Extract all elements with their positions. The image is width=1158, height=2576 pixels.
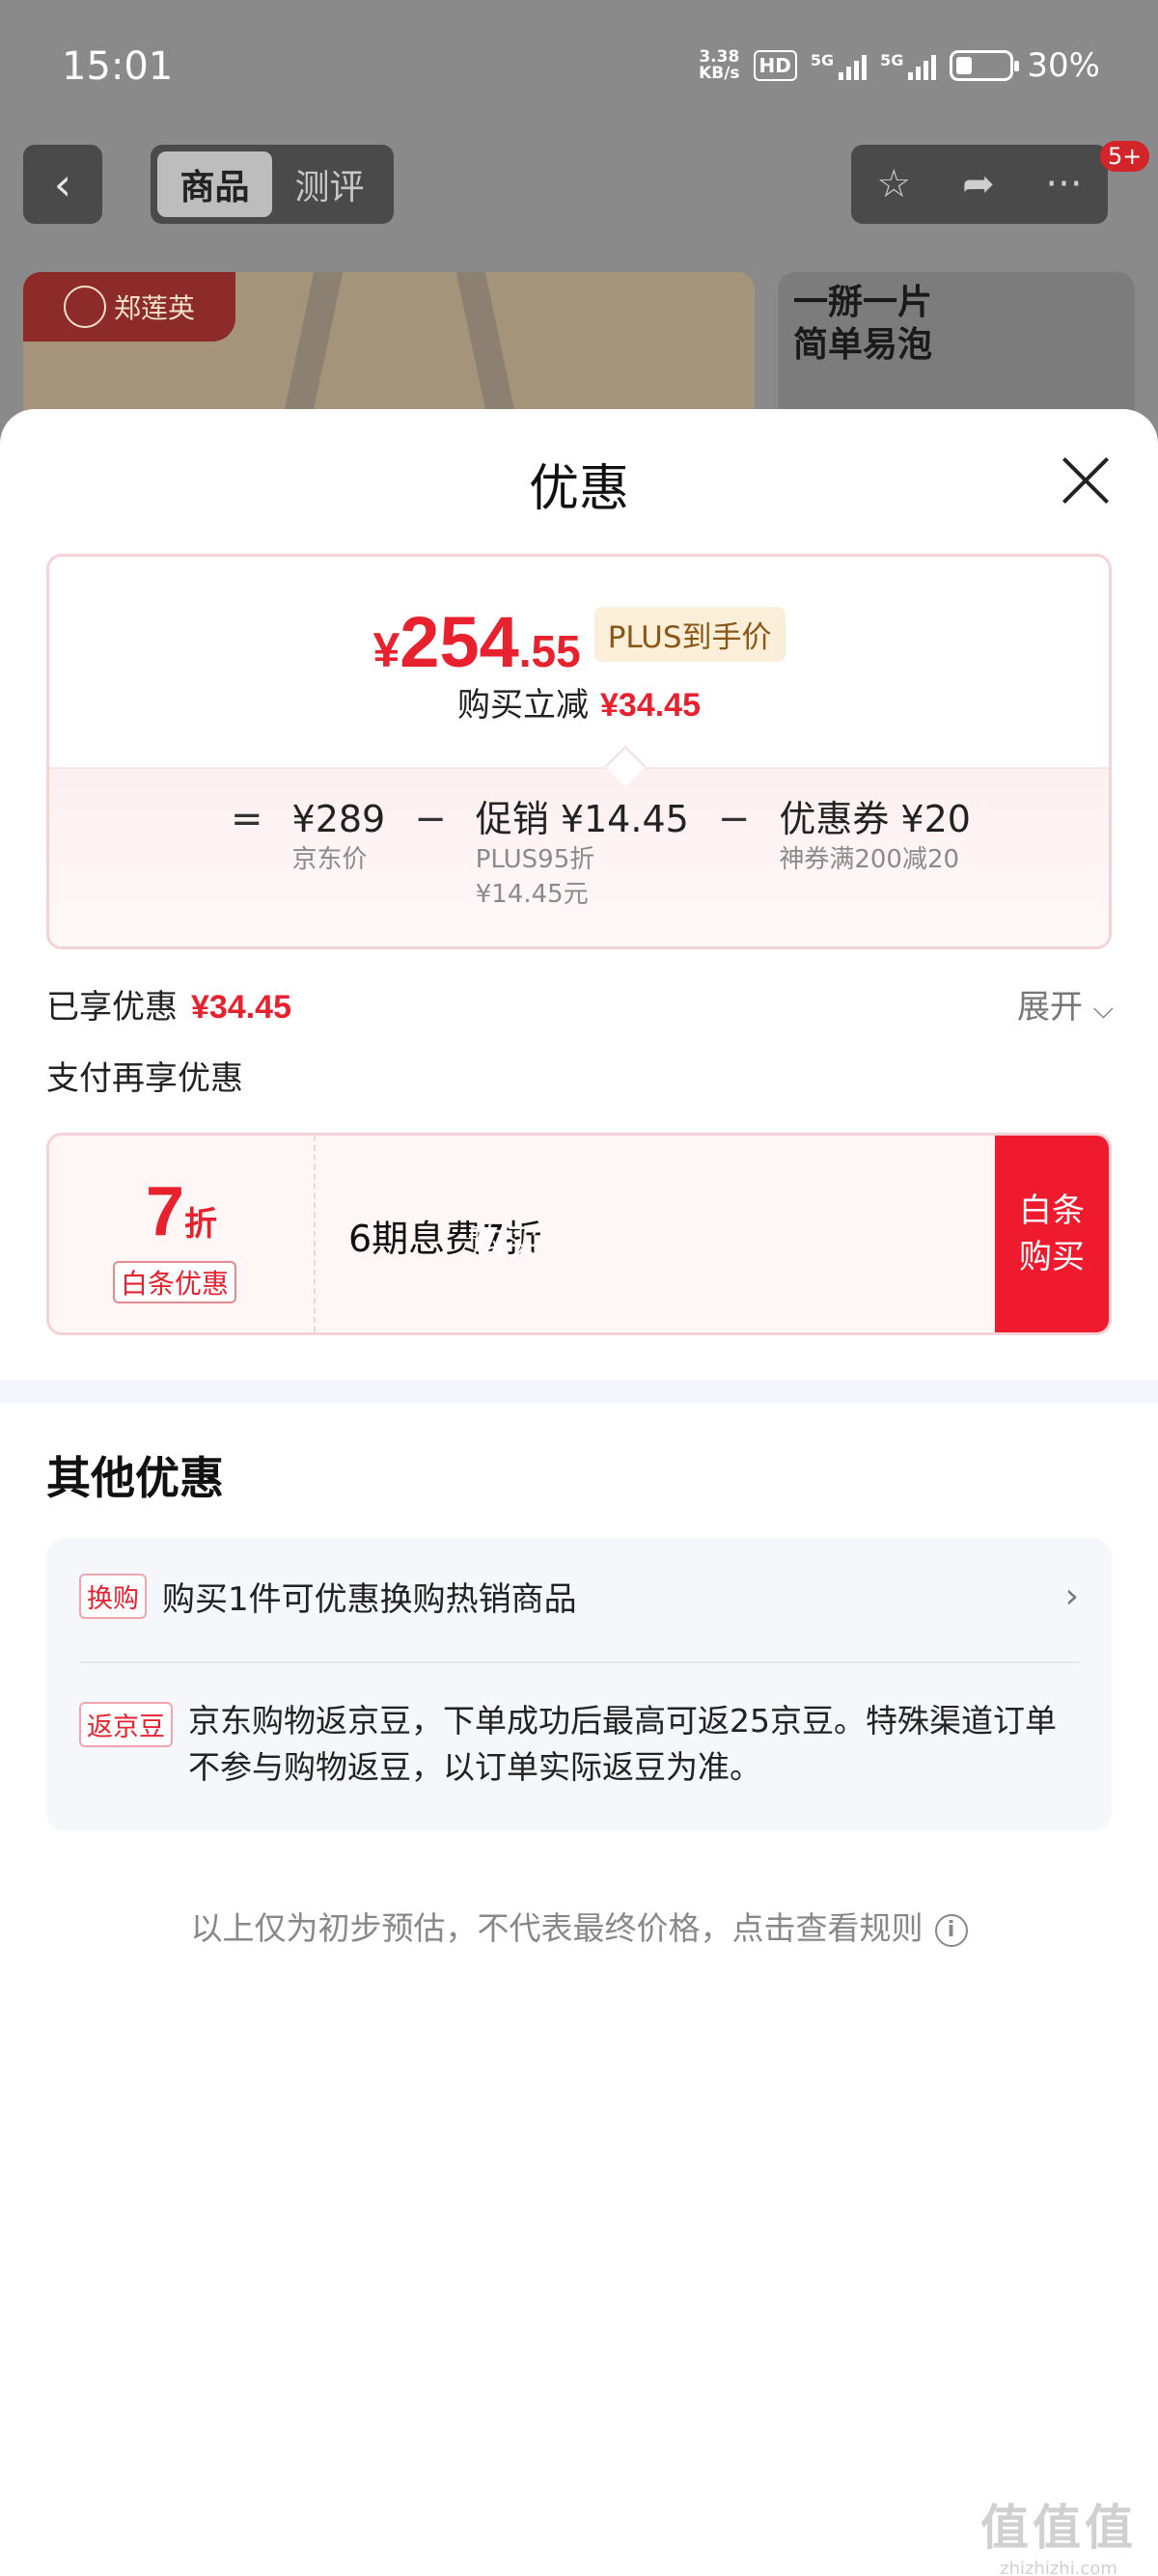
star-icon[interactable]: ☆ <box>876 162 911 206</box>
divider <box>79 1661 1079 1663</box>
jingdou-tag: 返京豆 <box>79 1702 173 1747</box>
coupon-term: 优惠券 ¥20 神券满200减20 <box>779 798 971 874</box>
more-icon[interactable]: ··· <box>1045 162 1082 206</box>
close-icon[interactable] <box>1060 453 1112 506</box>
minus-sign: − <box>414 797 447 841</box>
chevron-right-icon: › <box>1064 1576 1079 1616</box>
other-discounts-card: 换购 购买1件可优惠换购热销商品 › 返京豆 京东购物返京豆，下单成功后最高可返… <box>46 1538 1112 1831</box>
info-icon: i <box>934 1913 968 1947</box>
hd-voice-icon: HD <box>753 50 797 81</box>
equals-sign: = <box>231 797 263 841</box>
back-button[interactable]: ‹ <box>23 145 102 224</box>
message-badge: 5+ <box>1100 141 1150 172</box>
reduce-line: 购买立减 ¥34.45 <box>457 686 701 725</box>
baitiao-offer-card[interactable]: 7折 白条优惠 6期息费7折 购买 白条 购买 <box>46 1133 1112 1335</box>
tab-product[interactable]: 商品 <box>157 151 272 217</box>
baitiao-tag: 白条优惠 <box>113 1261 237 1303</box>
trade-in-tag: 换购 <box>79 1574 147 1619</box>
nav-actions: ☆ ➦ ··· <box>851 145 1108 224</box>
trade-in-row[interactable]: 换购 购买1件可优惠换购热销商品 › <box>79 1573 1079 1620</box>
background-product-page: 15:01 3.38 KB/s HD 5G 5G 30% ‹ 商品 测评 ☆ ➦… <box>0 0 1158 444</box>
battery-icon <box>950 50 1020 81</box>
brand-emblem-icon <box>63 286 106 328</box>
baitiao-discount: 7折 <box>145 1173 218 1250</box>
site-watermark: 值值值 zhizhizhi.com <box>980 2500 1137 2576</box>
signal-icon: 5G <box>811 51 868 80</box>
share-icon[interactable]: ➦ <box>962 162 995 206</box>
chevron-left-icon: ‹ <box>53 158 72 210</box>
promo-term: 促销 ¥14.45 PLUS95折 ¥14.45元 <box>475 798 689 909</box>
signal-icon-2: 5G <box>880 51 937 80</box>
status-time: 15:01 <box>62 44 174 89</box>
sheet-title: 优惠 <box>528 460 629 518</box>
discount-sheet: 优惠 ¥254.55 PLUS到手价 购买立减 ¥34.45 = ¥289 京东价… <box>0 409 1158 2576</box>
pay-more-label: 支付再享优惠 <box>46 1059 243 1098</box>
rules-disclaimer[interactable]: 以上仅为初步预估，不代表最终价格，点击查看规则 i <box>0 1903 1158 1949</box>
tab-review[interactable]: 测评 <box>272 151 387 217</box>
baitiao-ghost-text: 购买 <box>468 1221 542 1264</box>
final-price: ¥254.55 <box>372 602 581 682</box>
chevron-down-icon: ⌵ <box>1092 993 1114 1025</box>
net-speed: 3.38 KB/s <box>699 47 740 83</box>
price-breakdown: = ¥289 京东价 − 促销 ¥14.45 PLUS95折 ¥14.45元 −… <box>49 767 1109 946</box>
nav-tabs: 商品 测评 <box>151 145 394 224</box>
status-icons: 3.38 KB/s HD 5G 5G 30% <box>699 46 1100 85</box>
minus-sign: − <box>717 797 751 841</box>
other-discounts-title: 其他优惠 <box>46 1452 224 1504</box>
status-bar: 15:01 3.38 KB/s HD 5G 5G 30% <box>0 0 1158 135</box>
price-card: ¥254.55 PLUS到手价 购买立减 ¥34.45 = ¥289 京东价 − … <box>46 554 1112 949</box>
enjoyed-discount: 已享优惠 ¥34.45 <box>46 988 291 1027</box>
baitiao-buy-button[interactable]: 白条 购买 <box>995 1136 1109 1332</box>
brand-logo: 郑莲英 <box>23 272 235 342</box>
jd-price-term: ¥289 京东价 <box>291 798 386 874</box>
baitiao-desc: 6期息费7折 购买 <box>348 1209 541 1264</box>
jingdou-row: 返京豆 京东购物返京豆，下单成功后最高可返25京豆。特殊渠道订单不参与购物返豆，… <box>79 1698 1073 1791</box>
expand-button[interactable]: 展开 ⌵ <box>1017 980 1114 1028</box>
section-divider <box>0 1380 1158 1403</box>
plus-price-tag: PLUS到手价 <box>593 607 786 662</box>
battery-percent: 30% <box>1027 46 1100 85</box>
